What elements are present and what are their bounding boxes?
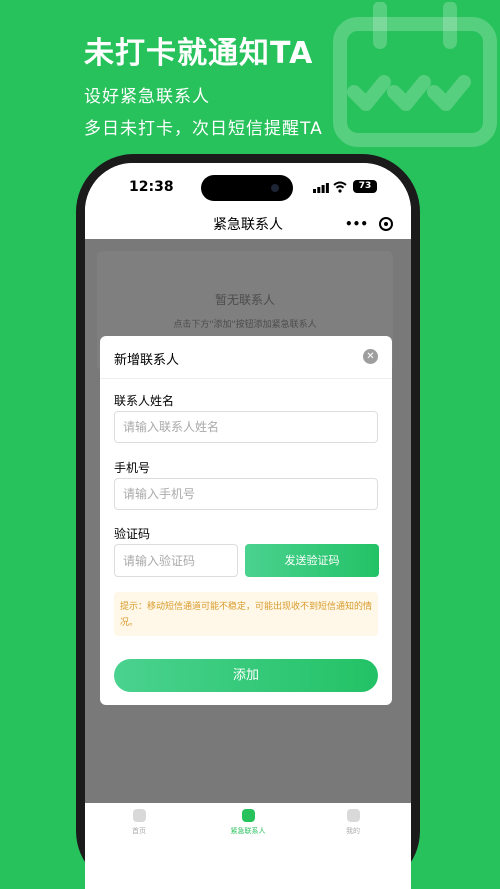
calendar-check-icon — [333, 2, 497, 147]
status-time: 12:38 — [129, 179, 174, 195]
tab-contacts[interactable]: 紧急联系人 — [208, 809, 288, 836]
tab-me[interactable]: 我的 — [313, 809, 393, 836]
phone-label: 手机号 — [114, 461, 151, 475]
phone-input[interactable] — [114, 478, 378, 510]
camera-icon — [271, 184, 279, 192]
tab-contacts-label: 紧急联系人 — [230, 827, 266, 835]
sms-tip: 提示：移动短信通道可能不稳定，可能出现收不到短信通知的情况。 — [114, 592, 378, 636]
name-label: 联系人姓名 — [114, 394, 175, 408]
wifi-icon — [333, 181, 347, 193]
tab-home[interactable]: 首页 — [99, 809, 179, 836]
promo-title: 未打卡就通知TA — [84, 36, 314, 71]
promo-subtitle-1: 设好紧急联系人 — [84, 87, 210, 107]
nav-bar: 紧急联系人 ••• — [85, 209, 411, 239]
contacts-icon — [241, 809, 255, 822]
modal-header: 新增联系人 ✕ — [100, 336, 392, 379]
profile-icon — [346, 809, 360, 822]
tab-me-label: 我的 — [346, 827, 360, 835]
code-label: 验证码 — [114, 527, 151, 541]
modal-title: 新增联系人 — [114, 353, 180, 368]
tab-home-label: 首页 — [132, 827, 146, 835]
mini-program-capsule: ••• — [335, 211, 399, 237]
more-icon[interactable]: ••• — [345, 217, 368, 231]
add-contact-button[interactable]: 添加 — [114, 659, 378, 692]
target-icon[interactable] — [379, 217, 393, 231]
battery-indicator: 73 — [353, 180, 377, 193]
dynamic-island — [201, 175, 293, 201]
home-icon — [132, 809, 146, 822]
signal-icon — [313, 183, 329, 193]
tab-bar: 首页 紧急联系人 我的 — [85, 803, 411, 889]
contact-name-input[interactable] — [114, 411, 378, 443]
add-contact-modal: 新增联系人 ✕ 联系人姓名 手机号 验证码 发送验证码 提示：移动短信通道可能不… — [100, 336, 392, 705]
promo-subtitle-2: 多日未打卡，次日短信提醒TA — [84, 119, 323, 139]
status-bar: 12:38 73 — [85, 163, 411, 209]
send-code-button[interactable]: 发送验证码 — [245, 544, 379, 577]
close-icon[interactable]: ✕ — [363, 349, 378, 364]
verification-code-input[interactable] — [114, 544, 238, 577]
